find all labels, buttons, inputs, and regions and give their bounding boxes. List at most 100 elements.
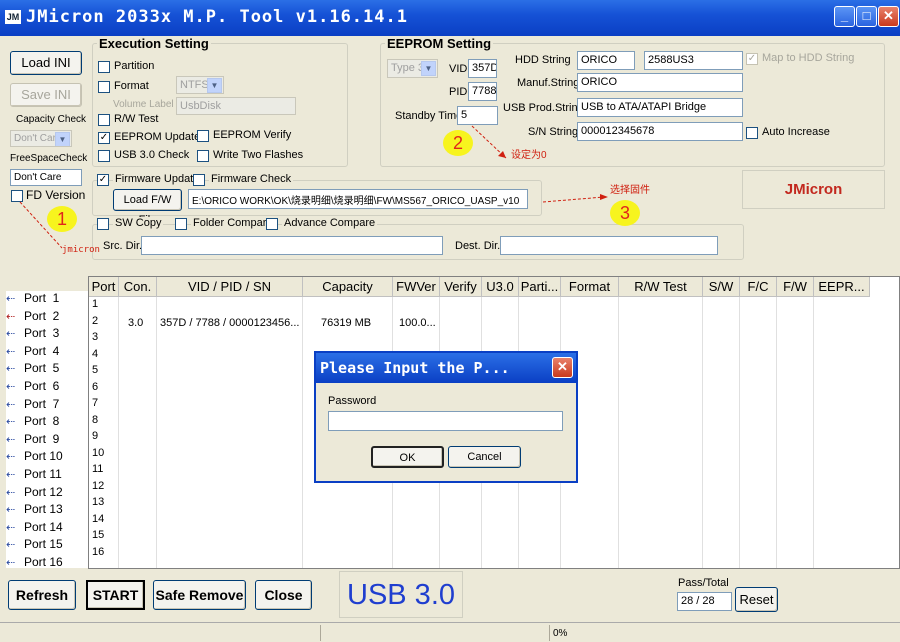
usb-icon: ⇠ xyxy=(6,433,16,446)
close-button[interactable]: Close xyxy=(255,580,312,610)
table-cell-vidpid: 357D / 7788 / 0000123456... xyxy=(160,316,300,329)
table-row-port: 5 xyxy=(92,364,99,376)
port-label: Port 8 xyxy=(24,414,60,429)
port-item[interactable]: ⇠ Port 10 xyxy=(6,449,63,467)
port-label: Port 1 xyxy=(24,291,60,305)
column-header[interactable]: FWVer xyxy=(393,277,440,297)
usb-icon: ⇠ xyxy=(6,328,16,341)
table-row-port: 4 xyxy=(92,347,99,360)
column-header[interactable]: R/W Test xyxy=(619,277,703,297)
table-row-port: 14 xyxy=(92,512,105,525)
table-row-port: 9 xyxy=(92,430,99,442)
reset-button[interactable]: Reset xyxy=(735,587,778,612)
table-row-port: 2 xyxy=(92,314,99,327)
port-label: Port 12 xyxy=(24,484,63,499)
usb-icon: ⇠ xyxy=(6,363,16,376)
port-item[interactable]: ⇠ Port 2 xyxy=(6,309,59,327)
password-label: Password xyxy=(328,395,377,407)
column-header[interactable]: Format xyxy=(561,277,619,297)
table-cell-fw: 100.0... xyxy=(399,316,436,329)
column-header[interactable]: F/W xyxy=(777,277,814,297)
table-row-port: 8 xyxy=(92,413,99,426)
table-row-port: 15 xyxy=(92,529,105,541)
table-cell-con: 3.0 xyxy=(128,316,144,329)
port-label: Port 15 xyxy=(24,537,63,552)
column-header[interactable]: EEPR... xyxy=(814,277,870,297)
refresh-button[interactable]: Refresh xyxy=(8,580,76,610)
port-label: Port 4 xyxy=(24,343,60,358)
column-header[interactable]: S/W xyxy=(703,277,740,297)
table-row-port: 12 xyxy=(92,479,105,492)
password-input[interactable] xyxy=(328,411,563,431)
column-header[interactable]: Parti... xyxy=(519,277,561,297)
usb-icon: ⇠ xyxy=(6,469,16,481)
port-label: Port 2 xyxy=(24,308,60,323)
port-item[interactable]: ⇠ Port 13 xyxy=(6,502,63,520)
column-header[interactable]: U3.0 xyxy=(482,277,519,297)
port-item[interactable]: ⇠ Port 9 xyxy=(6,432,59,450)
dialog-close-button[interactable]: ✕ xyxy=(552,357,573,378)
port-label: Port 3 xyxy=(24,326,60,341)
table-cell-capacity: 76319 MB xyxy=(321,316,372,329)
port-item[interactable]: ⇠ Port 1 xyxy=(6,291,59,309)
table-row-port: 1 xyxy=(92,298,99,310)
port-item[interactable]: ⇠ Port 5 xyxy=(6,361,59,379)
port-item[interactable]: ⇠ Port 3 xyxy=(6,326,59,344)
cancel-button[interactable]: Cancel xyxy=(448,446,521,468)
usb-icon: ⇠ xyxy=(6,539,16,552)
usb-icon: ⇠ xyxy=(6,345,16,358)
usb-icon: ⇠ xyxy=(6,451,16,464)
port-label: Port 7 xyxy=(24,396,60,411)
usb-icon: ⇠ xyxy=(6,310,16,323)
port-item[interactable]: ⇠ Port 14 xyxy=(6,520,63,538)
start-button[interactable]: START xyxy=(86,580,145,610)
pass-total-value: 28 / 28 xyxy=(677,592,732,611)
port-label: Port 11 xyxy=(24,467,62,481)
ok-button[interactable]: OK xyxy=(371,446,444,468)
progress-text: 0% xyxy=(553,628,568,639)
port-item[interactable]: ⇠ Port 15 xyxy=(6,537,63,555)
usb-icon: ⇠ xyxy=(6,504,16,517)
pass-total-label: Pass/Total xyxy=(678,577,729,589)
column-header[interactable]: Verify xyxy=(440,277,482,297)
table-row-port: 10 xyxy=(92,446,105,459)
usb-icon: ⇠ xyxy=(6,381,16,393)
port-item[interactable]: ⇠ Port 11 xyxy=(6,467,62,485)
column-header[interactable]: VID / PID / SN xyxy=(157,277,303,297)
table-row-port: 7 xyxy=(92,397,99,409)
port-label: Port 13 xyxy=(24,502,63,517)
password-dialog: Please Input the P... ✕ Password OK Canc… xyxy=(314,351,578,483)
port-item[interactable]: ⇠ Port 8 xyxy=(6,414,59,432)
table-row-port: 3 xyxy=(92,331,99,343)
port-item[interactable]: ⇠ Port 12 xyxy=(6,485,63,503)
column-header[interactable]: Con. xyxy=(119,277,157,297)
port-label: Port 16 xyxy=(24,555,63,569)
usb-icon: ⇠ xyxy=(6,293,16,305)
port-item[interactable]: ⇠ Port 7 xyxy=(6,397,59,415)
usb-icon: ⇠ xyxy=(6,398,16,411)
port-item[interactable]: ⇠ Port 4 xyxy=(6,344,59,362)
safe-remove-button[interactable]: Safe Remove xyxy=(153,580,246,610)
table-row-port: 6 xyxy=(92,380,99,393)
usb-icon: ⇠ xyxy=(6,486,16,499)
table-row-port: 16 xyxy=(92,545,105,558)
port-label: Port 5 xyxy=(24,361,60,376)
port-item[interactable]: ⇠ Port 6 xyxy=(6,379,59,397)
column-header[interactable]: Capacity xyxy=(303,277,393,297)
port-label: Port 9 xyxy=(24,431,60,446)
port-item[interactable]: ⇠ Port 16 xyxy=(6,555,63,573)
column-header[interactable]: F/C xyxy=(740,277,777,297)
port-label: Port 10 xyxy=(24,449,63,464)
port-list: ⇠ Port 1 ⇠ Port 2 ⇠ Port 3 ⇠ Port 4 ⇠ Port 5 … xyxy=(6,291,88,569)
password-dialog-title: Please Input the P... xyxy=(316,353,576,383)
usb-version-label: USB 3.0 xyxy=(339,571,463,618)
usb-icon: ⇠ xyxy=(6,557,16,569)
column-header[interactable]: Port xyxy=(89,277,119,297)
table-row-port: 11 xyxy=(92,463,104,475)
table-row-port: 13 xyxy=(92,496,105,508)
usb-icon: ⇠ xyxy=(6,416,16,429)
usb-icon: ⇠ xyxy=(6,521,16,534)
status-bar: 0% xyxy=(0,622,900,642)
port-label: Port 14 xyxy=(24,519,63,534)
port-label: Port 6 xyxy=(24,379,60,393)
